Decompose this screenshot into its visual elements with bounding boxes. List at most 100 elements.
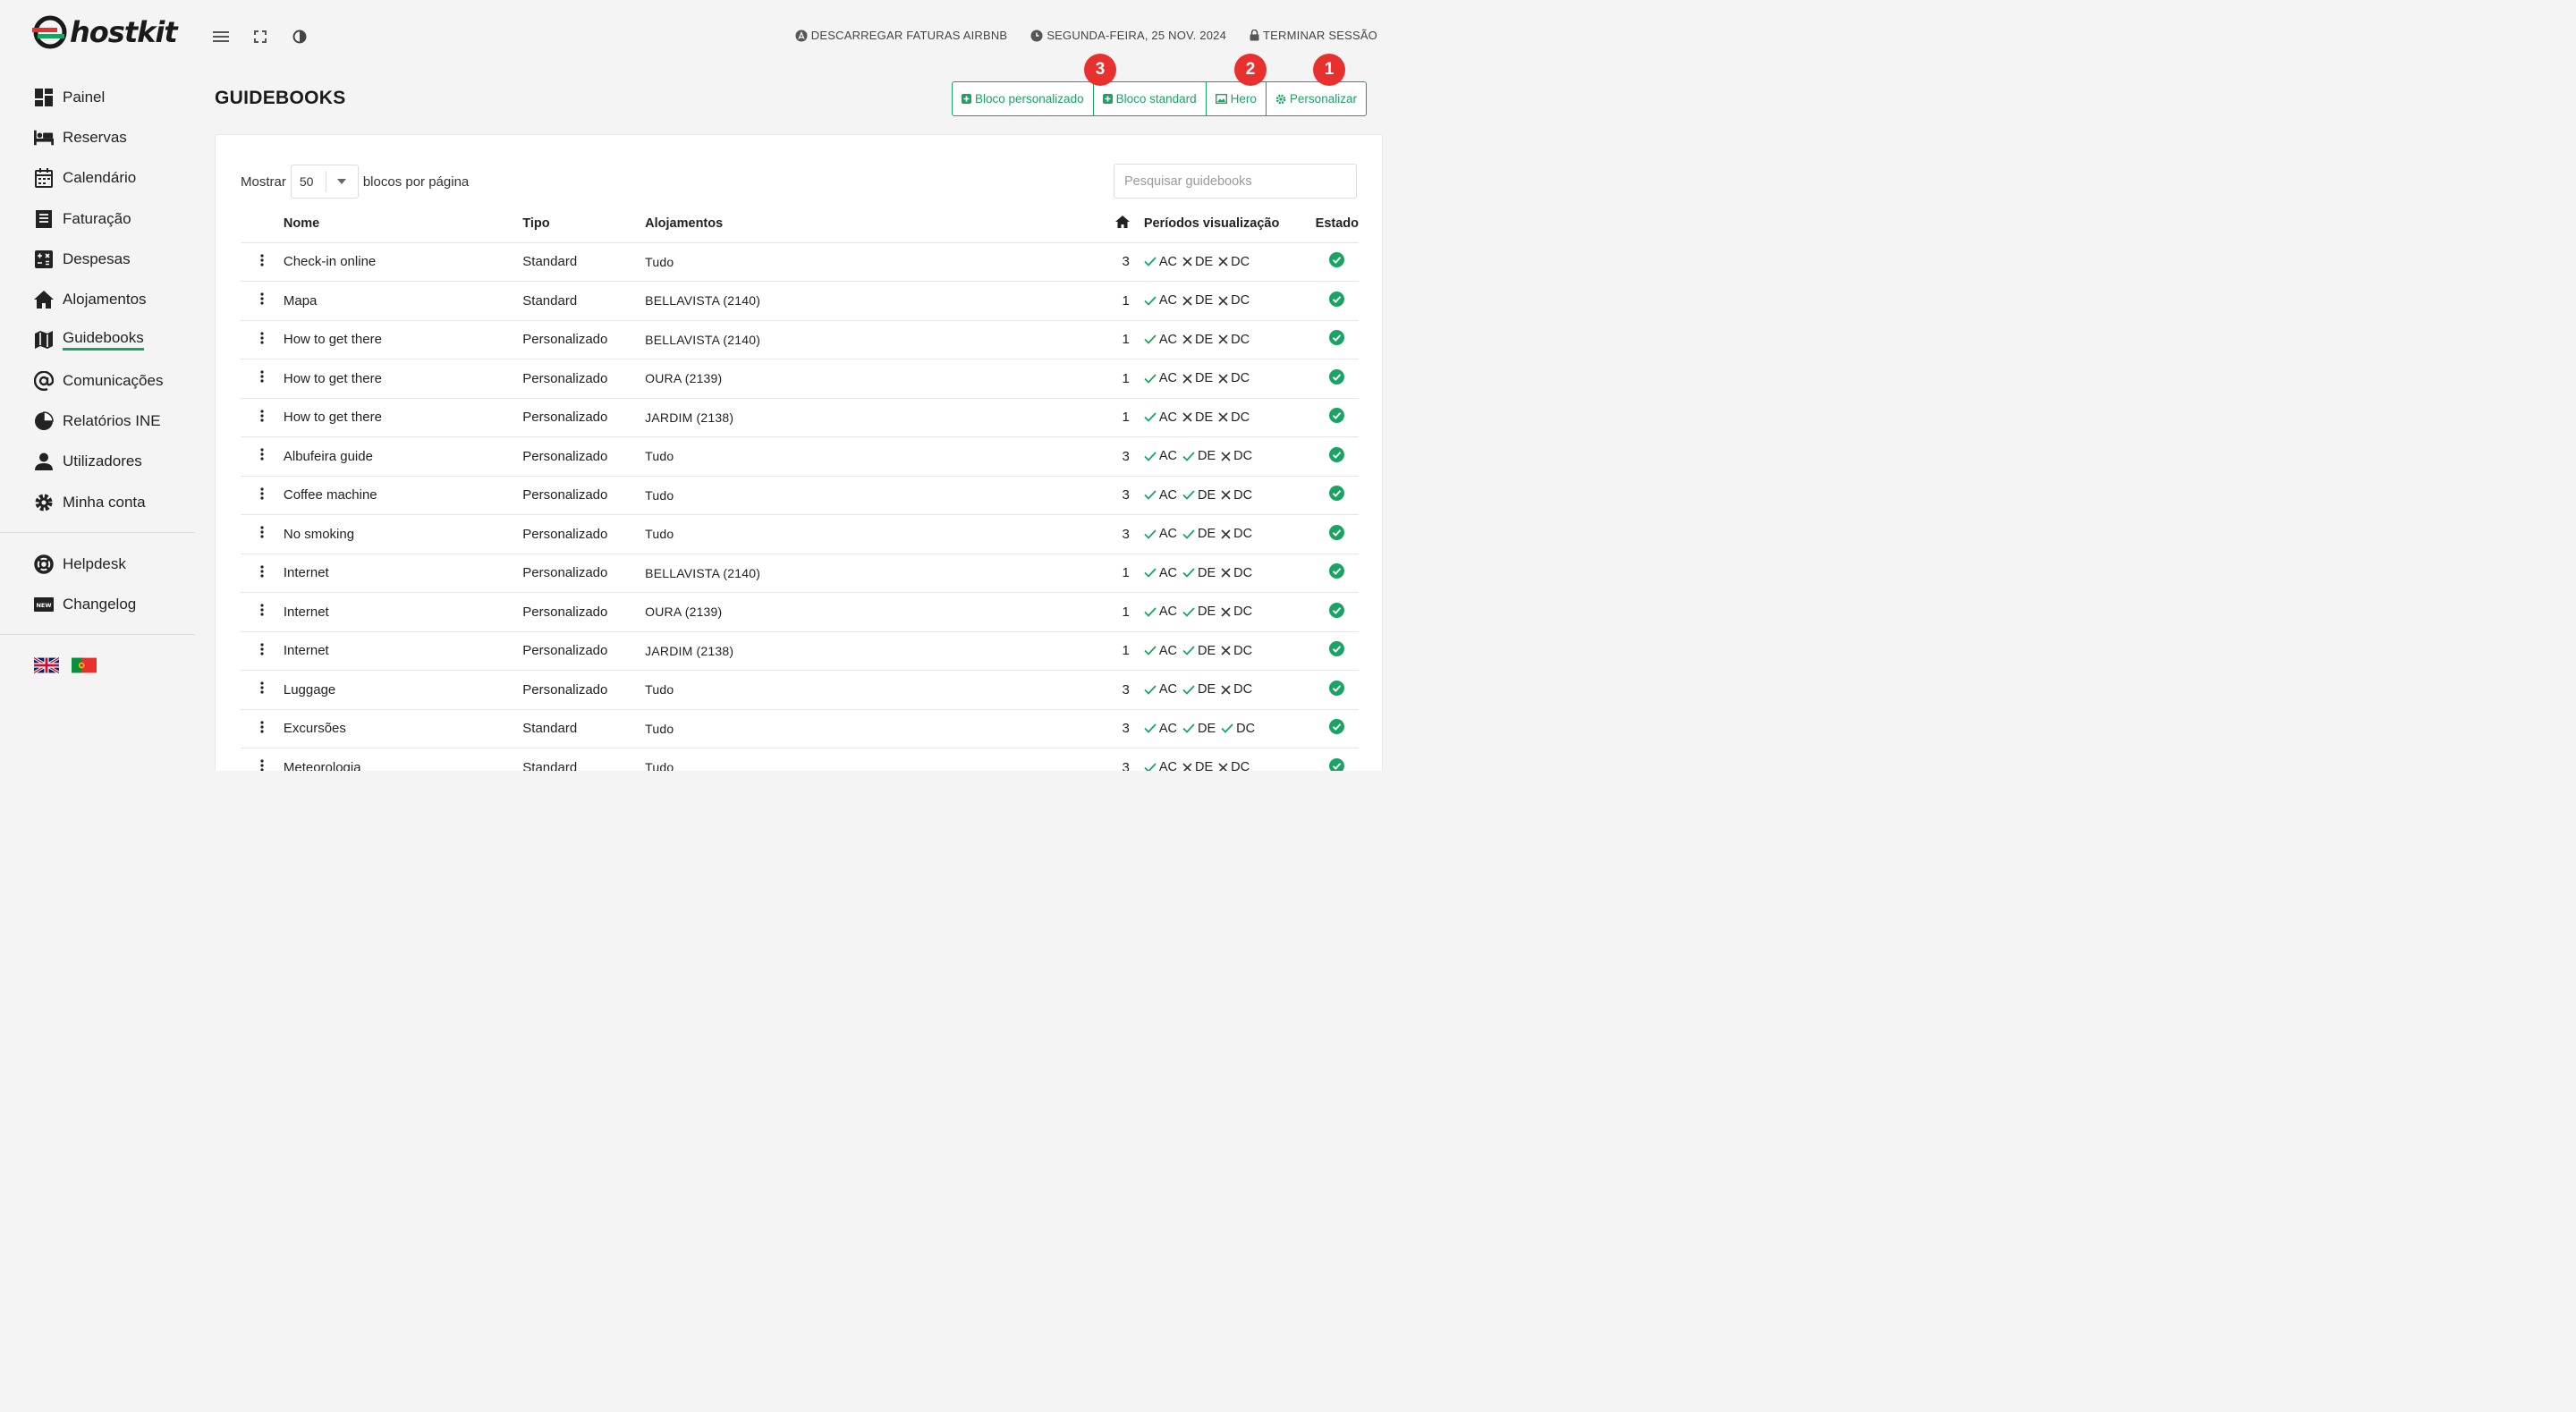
download-airbnb-invoices-link[interactable]: DESCARREGAR FATURAS AIRBNB xyxy=(795,29,1008,42)
active-status-icon[interactable] xyxy=(1329,368,1345,385)
active-status-icon[interactable] xyxy=(1329,602,1345,618)
portugal-flag-icon[interactable] xyxy=(72,657,97,673)
active-status-icon[interactable] xyxy=(1329,719,1345,735)
row-actions-icon[interactable] xyxy=(260,487,264,503)
property-count-header[interactable] xyxy=(1114,205,1144,243)
row-name[interactable]: Coffee machine xyxy=(283,476,523,515)
table-row[interactable]: Internet Personalizado OURA (2139) 1 AC DE DC xyxy=(241,592,1359,632)
periods-header[interactable]: Períodos visualização xyxy=(1143,205,1316,243)
row-name[interactable]: Check-in online xyxy=(283,242,523,282)
active-status-icon[interactable] xyxy=(1329,563,1345,579)
period-de: DE xyxy=(1182,682,1216,697)
sidebar-item-alojamentos[interactable]: Alojamentos xyxy=(0,279,195,319)
guidebooks-table: Nome Tipo Alojamentos Períodos visualiza… xyxy=(241,205,1359,771)
row-name[interactable]: Albufeira guide xyxy=(283,436,523,477)
active-status-icon[interactable] xyxy=(1329,330,1345,346)
active-status-icon[interactable] xyxy=(1329,680,1345,696)
active-status-icon[interactable] xyxy=(1329,446,1345,462)
active-status-icon[interactable] xyxy=(1329,291,1345,307)
row-actions-icon[interactable] xyxy=(260,643,264,659)
sidebar-item-comunicações[interactable]: Comunicações xyxy=(0,360,195,401)
active-status-icon[interactable] xyxy=(1329,408,1345,424)
row-actions-icon[interactable] xyxy=(260,410,264,426)
row-actions-icon[interactable] xyxy=(260,565,264,581)
active-status-icon[interactable] xyxy=(1329,486,1345,502)
per-page-select[interactable]: 50 xyxy=(290,165,359,199)
logout-link[interactable]: TERMINAR SESSÃO xyxy=(1250,29,1377,42)
row-property-count: 1 xyxy=(1114,592,1144,632)
table-row[interactable]: Luggage Personalizado Tudo 3 AC DE DC xyxy=(241,670,1359,710)
hero-button[interactable]: Hero xyxy=(1207,82,1267,115)
sidebar-item-guidebooks[interactable]: Guidebooks xyxy=(0,320,195,360)
period-label: AC xyxy=(1158,487,1177,503)
row-name[interactable]: Mapa xyxy=(283,281,523,321)
name-header[interactable]: Nome xyxy=(283,205,523,243)
row-name[interactable]: Excursões xyxy=(283,709,523,748)
table-row[interactable]: How to get there Personalizado JARDIM (213… xyxy=(241,398,1359,437)
row-actions-icon[interactable] xyxy=(260,526,264,542)
customize-button[interactable]: Personalizar xyxy=(1267,82,1366,115)
row-name[interactable]: Meteorologia xyxy=(283,748,523,771)
row-name[interactable]: How to get there xyxy=(283,359,523,399)
row-actions-icon[interactable] xyxy=(260,370,264,386)
hostkit-logo[interactable]: hostkit xyxy=(32,14,178,50)
sidebar-item-utilizadores[interactable]: Utilizadores xyxy=(0,442,195,482)
row-actions-icon[interactable] xyxy=(260,721,264,737)
table-row[interactable]: Mapa Standard BELLAVISTA (2140) 1 AC DE DC xyxy=(241,281,1359,321)
row-name[interactable]: How to get there xyxy=(283,320,523,359)
search-input[interactable] xyxy=(1114,164,1357,199)
sidebar-item-reservas[interactable]: Reservas xyxy=(0,117,195,157)
active-status-icon[interactable] xyxy=(1329,524,1345,540)
sidebar-item-despesas[interactable]: Despesas xyxy=(0,239,195,279)
row-actions-icon[interactable] xyxy=(260,332,264,348)
row-type: Personalizado xyxy=(522,359,646,399)
row-property-count: 3 xyxy=(1114,242,1144,282)
active-status-icon[interactable] xyxy=(1329,757,1345,771)
sidebar-item-changelog[interactable]: NEW Changelog xyxy=(0,584,195,624)
row-actions-icon[interactable] xyxy=(260,292,264,309)
invoice-icon xyxy=(34,209,54,229)
row-type: Personalizado xyxy=(522,631,646,671)
table-row[interactable]: How to get there Personalizado BELLAVISTA … xyxy=(241,320,1359,359)
table-row[interactable]: Albufeira guide Personalizado Tudo 3 AC DE DC xyxy=(241,436,1359,477)
table-row[interactable]: Check-in online Standard Tudo 3 AC DE DC xyxy=(241,242,1359,282)
sidebar-item-calendário[interactable]: Calendário xyxy=(0,158,195,199)
row-name[interactable]: Internet xyxy=(283,631,523,671)
table-row[interactable]: How to get there Personalizado OURA (2139)… xyxy=(241,359,1359,399)
row-name[interactable]: Internet xyxy=(283,592,523,632)
active-status-icon[interactable] xyxy=(1329,252,1345,268)
gear-icon xyxy=(1275,94,1286,104)
table-row[interactable]: No smoking Personalizado Tudo 3 AC DE DC xyxy=(241,514,1359,554)
sidebar-item-painel[interactable]: Painel xyxy=(0,77,195,117)
contrast-icon[interactable] xyxy=(290,25,309,48)
type-header[interactable]: Tipo xyxy=(522,205,646,243)
sidebar-item-faturação[interactable]: Faturação xyxy=(0,199,195,239)
row-actions-icon[interactable] xyxy=(260,604,264,620)
active-status-icon[interactable] xyxy=(1329,641,1345,657)
sidebar-item-helpdesk[interactable]: Helpdesk xyxy=(0,544,195,584)
row-name[interactable]: Internet xyxy=(283,554,523,593)
sidebar-item-minha-conta[interactable]: Minha conta xyxy=(0,482,195,522)
uk-flag-icon[interactable] xyxy=(34,657,59,673)
fullscreen-icon[interactable] xyxy=(250,25,270,48)
period-dc: DC xyxy=(1218,760,1250,771)
row-actions-icon[interactable] xyxy=(260,254,264,270)
table-row[interactable]: Internet Personalizado BELLAVISTA (2140) 1 A… xyxy=(241,554,1359,593)
menu-icon[interactable] xyxy=(211,25,231,48)
row-name[interactable]: No smoking xyxy=(283,514,523,554)
row-actions-icon[interactable] xyxy=(260,759,264,771)
standard-block-button[interactable]: Bloco standard xyxy=(1094,82,1207,115)
check-icon xyxy=(1144,568,1157,579)
row-name[interactable]: Luggage xyxy=(283,670,523,710)
row-name[interactable]: How to get there xyxy=(283,398,523,437)
row-actions-icon[interactable] xyxy=(260,448,264,464)
table-row[interactable]: Coffee machine Personalizado Tudo 3 AC DE DC xyxy=(241,476,1359,515)
row-actions-icon[interactable] xyxy=(260,681,264,698)
table-row[interactable]: Meteorologia Standard Tudo 3 AC DE DC xyxy=(241,748,1359,771)
state-header[interactable]: Estado xyxy=(1315,205,1359,243)
properties-header[interactable]: Alojamentos xyxy=(645,205,1115,243)
sidebar-item-relatórios-ine[interactable]: Relatórios INE xyxy=(0,401,195,441)
table-row[interactable]: Excursões Standard Tudo 3 AC DE DC xyxy=(241,709,1359,748)
table-row[interactable]: Internet Personalizado JARDIM (2138) 1 AC DE D… xyxy=(241,631,1359,671)
custom-block-button[interactable]: Bloco personalizado xyxy=(953,82,1094,115)
